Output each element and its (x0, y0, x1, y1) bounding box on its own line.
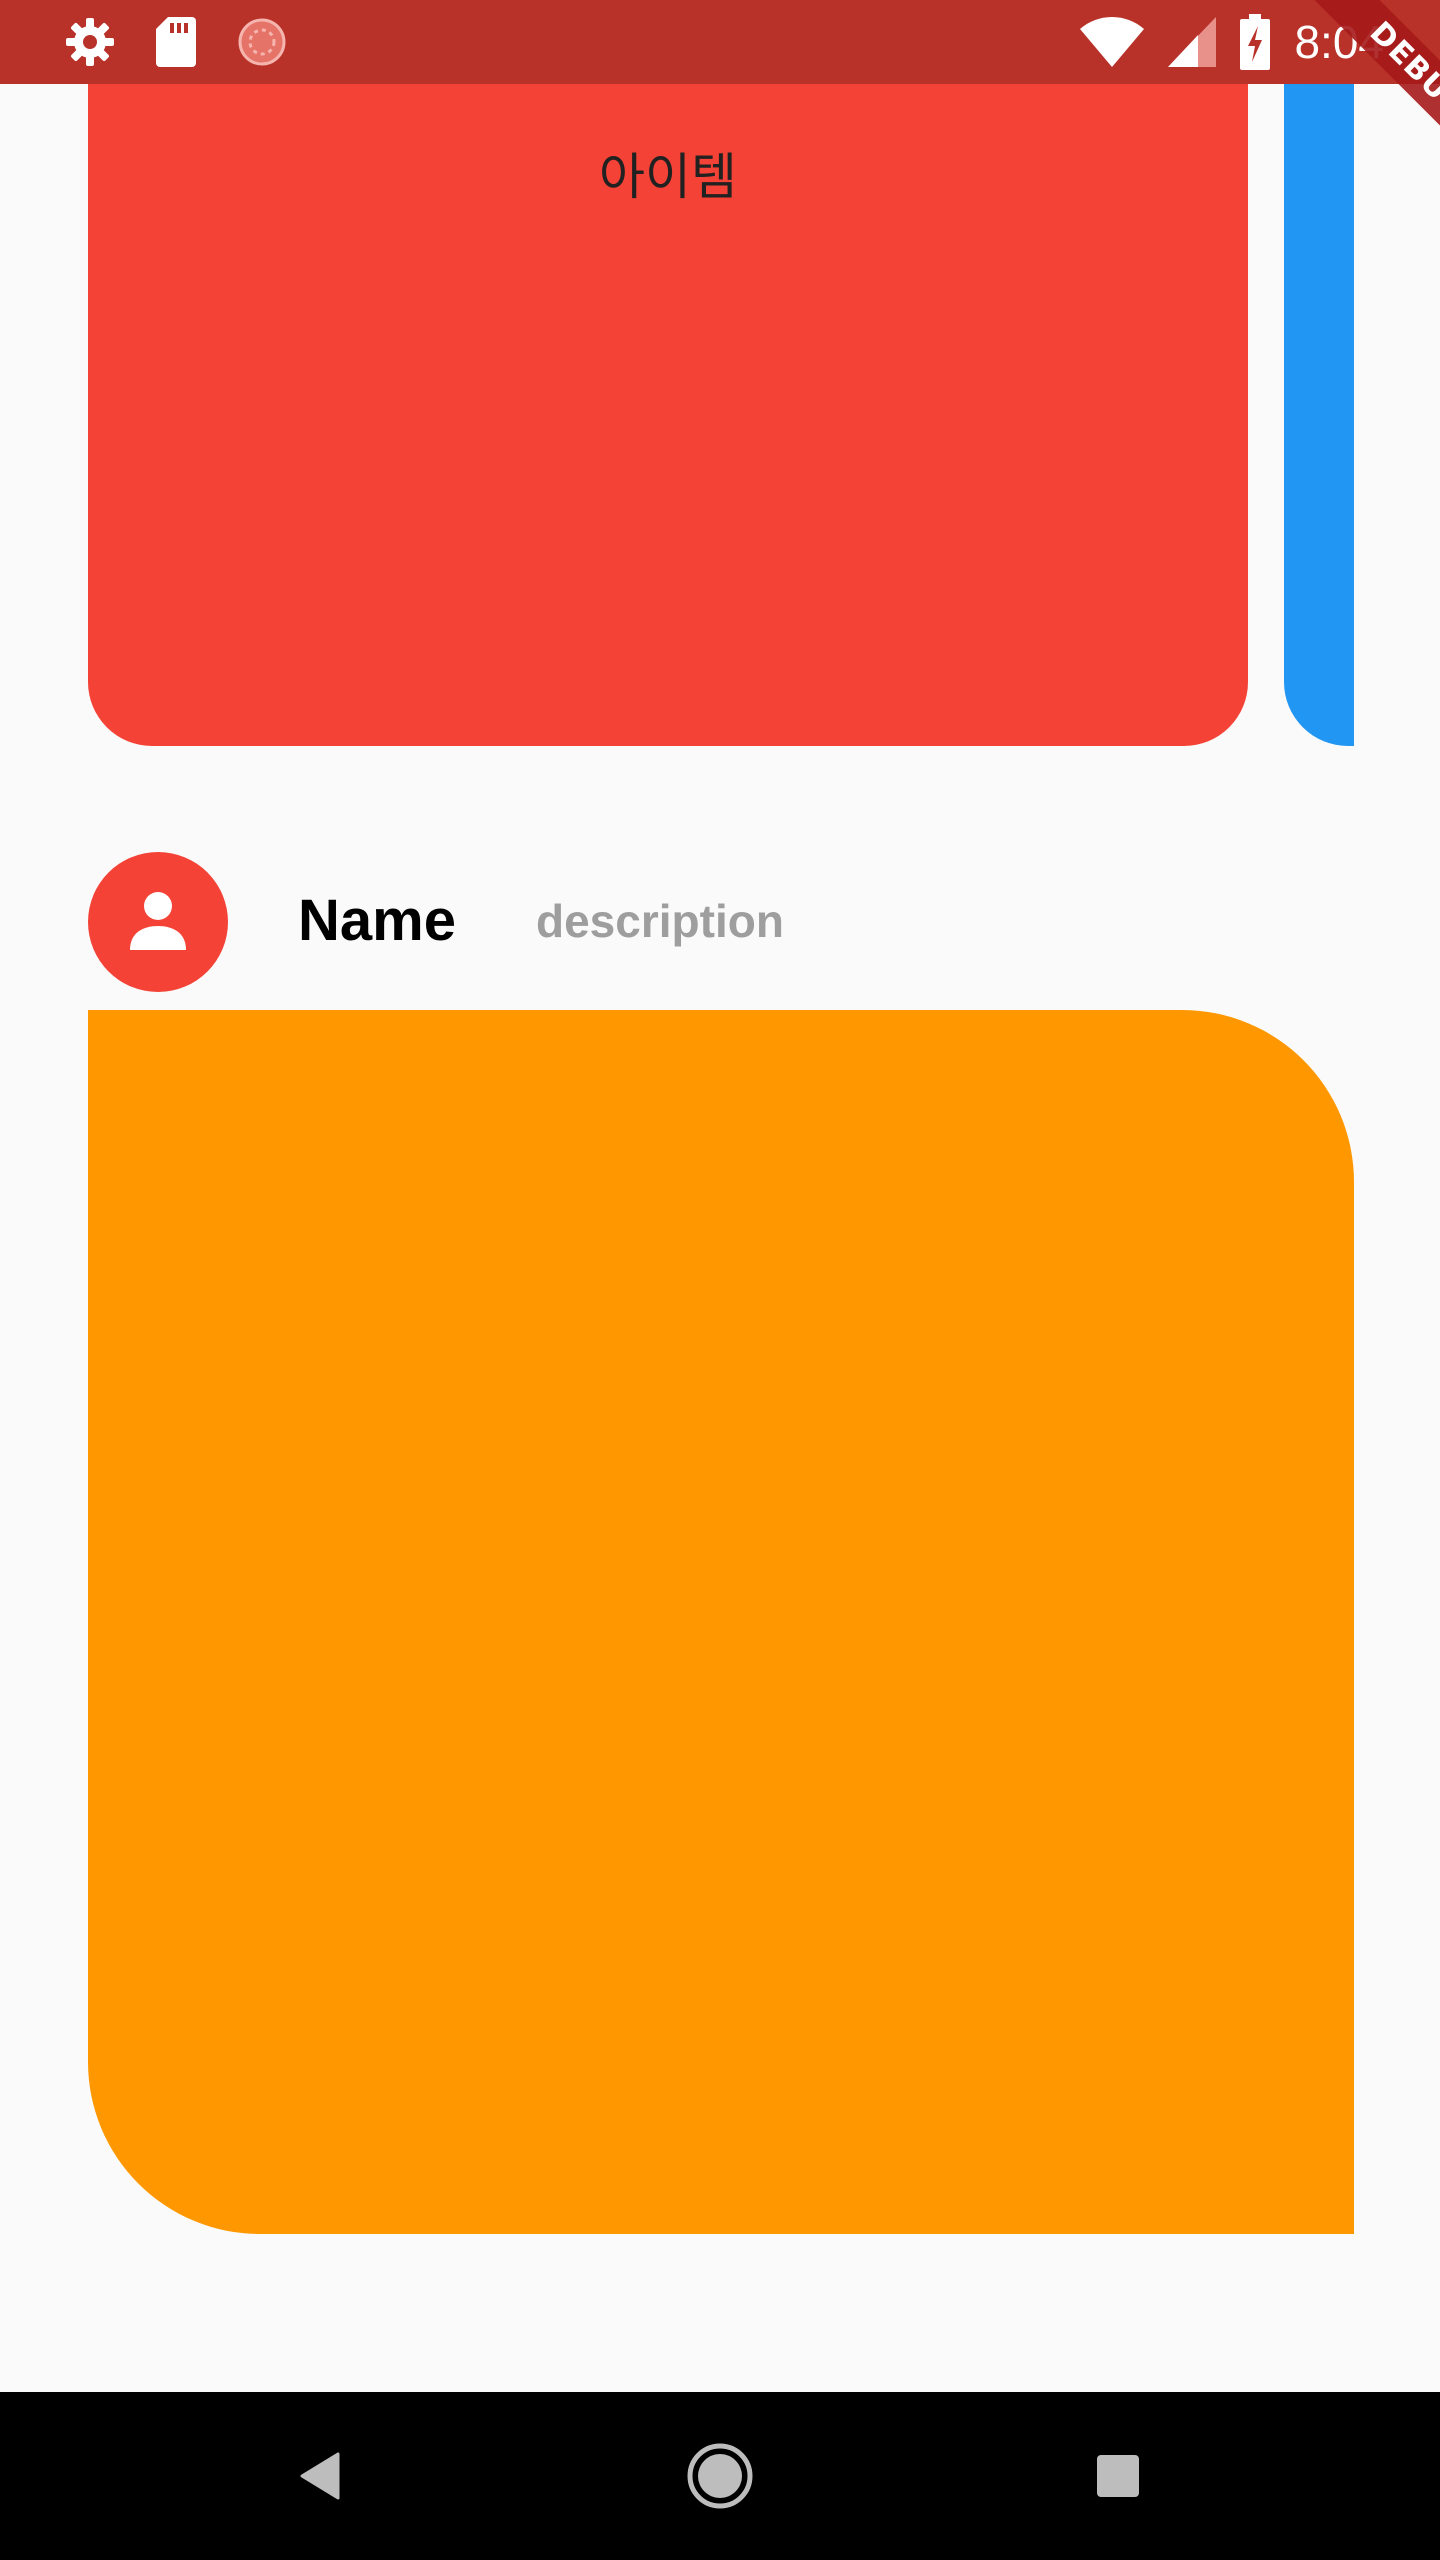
back-icon (300, 2452, 340, 2500)
navigation-bar (0, 2392, 1440, 2560)
profile-name: Name (298, 888, 456, 953)
status-bar-clock: 8:04 (1294, 16, 1384, 68)
back-button[interactable] (236, 2392, 404, 2560)
status-bar: 8:04 (0, 0, 1440, 84)
profile-description: description (536, 895, 784, 947)
recents-icon (1097, 2455, 1139, 2497)
scroll-content[interactable]: 아이템 Name description (0, 0, 1440, 2392)
home-icon (687, 2443, 753, 2509)
sd-card-icon (156, 17, 196, 67)
wifi-icon (1080, 17, 1145, 67)
orange-card[interactable] (88, 1010, 1354, 2234)
home-button[interactable] (636, 2392, 804, 2560)
profile-row: Name description (88, 852, 1354, 992)
carousel-card-blue[interactable] (1284, 40, 1354, 746)
gear-icon (66, 18, 114, 66)
carousel-card-red[interactable]: 아이템 (88, 40, 1248, 746)
person-icon (130, 892, 186, 950)
carousel-card-label: 아이템 (599, 148, 737, 206)
battery-charging-icon (1240, 14, 1271, 70)
status-bar-left (64, 16, 288, 68)
sync-progress-icon (238, 18, 286, 66)
avatar[interactable] (88, 852, 228, 992)
status-bar-right: 8:04 (1080, 12, 1384, 72)
recents-button[interactable] (1034, 2392, 1202, 2560)
cell-signal-icon (1168, 17, 1217, 67)
